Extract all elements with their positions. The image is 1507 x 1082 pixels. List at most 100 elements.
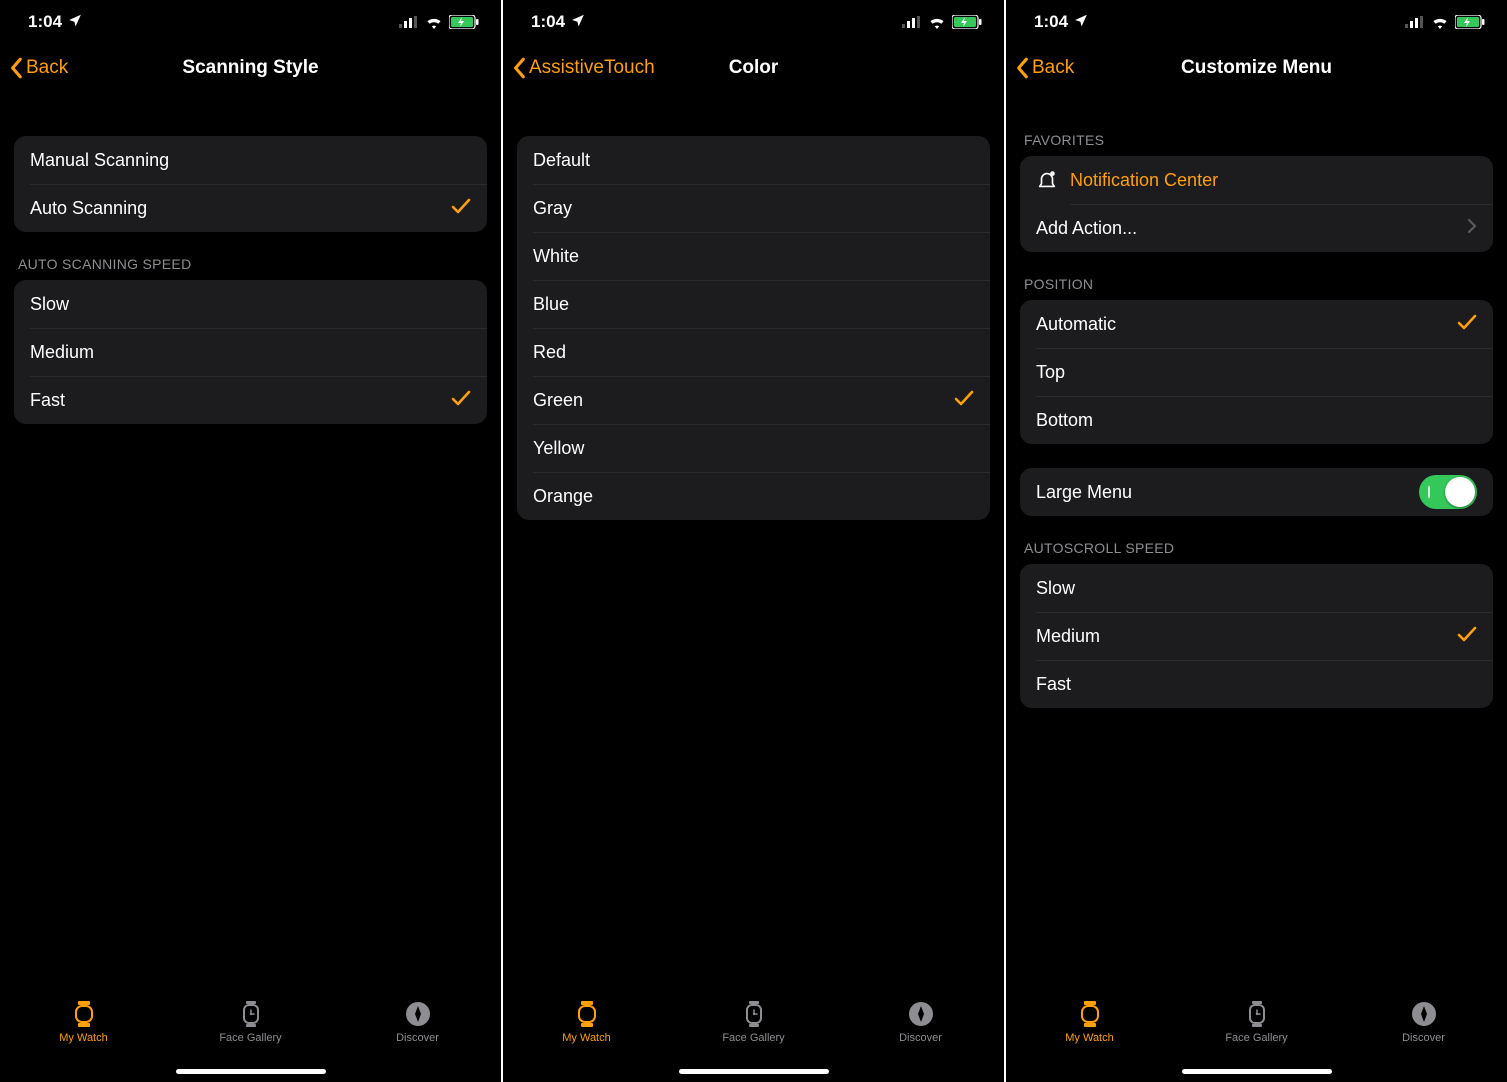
tab-label: My Watch [562,1032,611,1044]
option-autoscroll-slow[interactable]: Slow [1020,564,1493,612]
back-label: Back [26,57,68,79]
large-menu-row[interactable]: Large Menu [1020,468,1493,516]
chevron-right-icon [1467,218,1477,239]
chevron-left-icon [513,57,527,79]
back-label: Back [1032,57,1074,79]
face-gallery-icon [237,1000,265,1028]
home-indicator[interactable] [176,1069,326,1074]
checkmark-icon [1457,311,1477,337]
watch-icon [70,1000,98,1028]
tab-label: Discover [1402,1032,1445,1044]
tab-my-watch[interactable]: My Watch [34,1000,134,1044]
tab-discover[interactable]: Discover [871,1000,971,1044]
option-color-orange[interactable]: Orange [517,472,990,520]
option-position-top[interactable]: Top [1020,348,1493,396]
phone-color: 1:04 AssistiveTouch [503,0,1006,1082]
tab-discover[interactable]: Discover [368,1000,468,1044]
option-color-blue[interactable]: Blue [517,280,990,328]
tab-discover[interactable]: Discover [1374,1000,1474,1044]
large-menu-label: Large Menu [1036,482,1419,503]
nav-bar: AssistiveTouch Color [503,44,1004,92]
option-label: Top [1036,362,1477,383]
option-color-gray[interactable]: Gray [517,184,990,232]
battery-charging-icon [1455,15,1485,29]
scanning-speed-group: Slow Medium Fast [14,280,487,424]
tab-face-gallery[interactable]: Face Gallery [201,1000,301,1044]
page-title: Customize Menu [1181,57,1332,79]
autoscroll-group: Slow Medium Fast [1020,564,1493,708]
cellular-icon [902,16,922,28]
wifi-icon [928,16,946,29]
option-speed-medium[interactable]: Medium [14,328,487,376]
status-bar: 1:04 [503,0,1004,44]
compass-icon [1410,1000,1438,1028]
compass-icon [907,1000,935,1028]
status-time: 1:04 [28,12,62,32]
tab-my-watch[interactable]: My Watch [537,1000,637,1044]
status-time: 1:04 [531,12,565,32]
large-menu-group: Large Menu [1020,468,1493,516]
option-manual-scanning[interactable]: Manual Scanning [14,136,487,184]
option-label: Default [533,150,974,171]
phone-scanning-style: 1:04 Back Scann [0,0,503,1082]
option-label: Green [533,390,954,411]
back-button[interactable]: AssistiveTouch [513,57,655,79]
checkmark-icon [1457,623,1477,649]
color-group: Default Gray White Blue Red Green Yellow… [517,136,990,520]
favorite-item-notification-center[interactable]: Notification Center [1020,156,1493,204]
option-autoscroll-fast[interactable]: Fast [1020,660,1493,708]
battery-charging-icon [952,15,982,29]
bell-icon [1036,169,1070,191]
watch-icon [1076,1000,1104,1028]
option-label: Slow [1036,578,1477,599]
status-bar: 1:04 [0,0,501,44]
tab-my-watch[interactable]: My Watch [1040,1000,1140,1044]
option-autoscroll-medium[interactable]: Medium [1020,612,1493,660]
option-color-red[interactable]: Red [517,328,990,376]
section-header-favorites: FAVORITES [1024,132,1489,148]
section-header-autoscroll: AUTOSCROLL SPEED [1024,540,1489,556]
add-action-row[interactable]: Add Action... [1020,204,1493,252]
back-button[interactable]: Back [1016,57,1074,79]
face-gallery-icon [740,1000,768,1028]
watch-icon [573,1000,601,1028]
phone-customize-menu: 1:04 Back Custo [1006,0,1507,1082]
battery-charging-icon [449,15,479,29]
home-indicator[interactable] [679,1069,829,1074]
option-speed-slow[interactable]: Slow [14,280,487,328]
option-position-automatic[interactable]: Automatic [1020,300,1493,348]
option-auto-scanning[interactable]: Auto Scanning [14,184,487,232]
option-color-default[interactable]: Default [517,136,990,184]
section-header-position: POSITION [1024,276,1489,292]
nav-bar: Back Scanning Style [0,44,501,92]
back-button[interactable]: Back [10,57,68,79]
option-speed-fast[interactable]: Fast [14,376,487,424]
checkmark-icon [451,387,471,413]
option-label: Automatic [1036,314,1457,335]
favorites-group: Notification Center Add Action... [1020,156,1493,252]
option-color-green[interactable]: Green [517,376,990,424]
back-label: AssistiveTouch [529,57,655,79]
large-menu-toggle[interactable] [1419,475,1477,509]
option-label: Auto Scanning [30,198,451,219]
cellular-icon [1405,16,1425,28]
option-label: Red [533,342,974,363]
chevron-left-icon [10,57,24,79]
wifi-icon [425,16,443,29]
home-indicator[interactable] [1182,1069,1332,1074]
option-position-bottom[interactable]: Bottom [1020,396,1493,444]
option-label: Medium [1036,626,1457,647]
tab-face-gallery[interactable]: Face Gallery [704,1000,804,1044]
option-color-white[interactable]: White [517,232,990,280]
favorite-label: Notification Center [1070,170,1477,191]
status-bar: 1:04 [1006,0,1507,44]
tab-label: Face Gallery [1225,1032,1287,1044]
page-title: Color [729,57,779,79]
page-title: Scanning Style [182,57,318,79]
compass-icon [404,1000,432,1028]
nav-bar: Back Customize Menu [1006,44,1507,92]
scanning-style-group: Manual Scanning Auto Scanning [14,136,487,232]
option-color-yellow[interactable]: Yellow [517,424,990,472]
tab-face-gallery[interactable]: Face Gallery [1207,1000,1307,1044]
checkmark-icon [451,195,471,221]
